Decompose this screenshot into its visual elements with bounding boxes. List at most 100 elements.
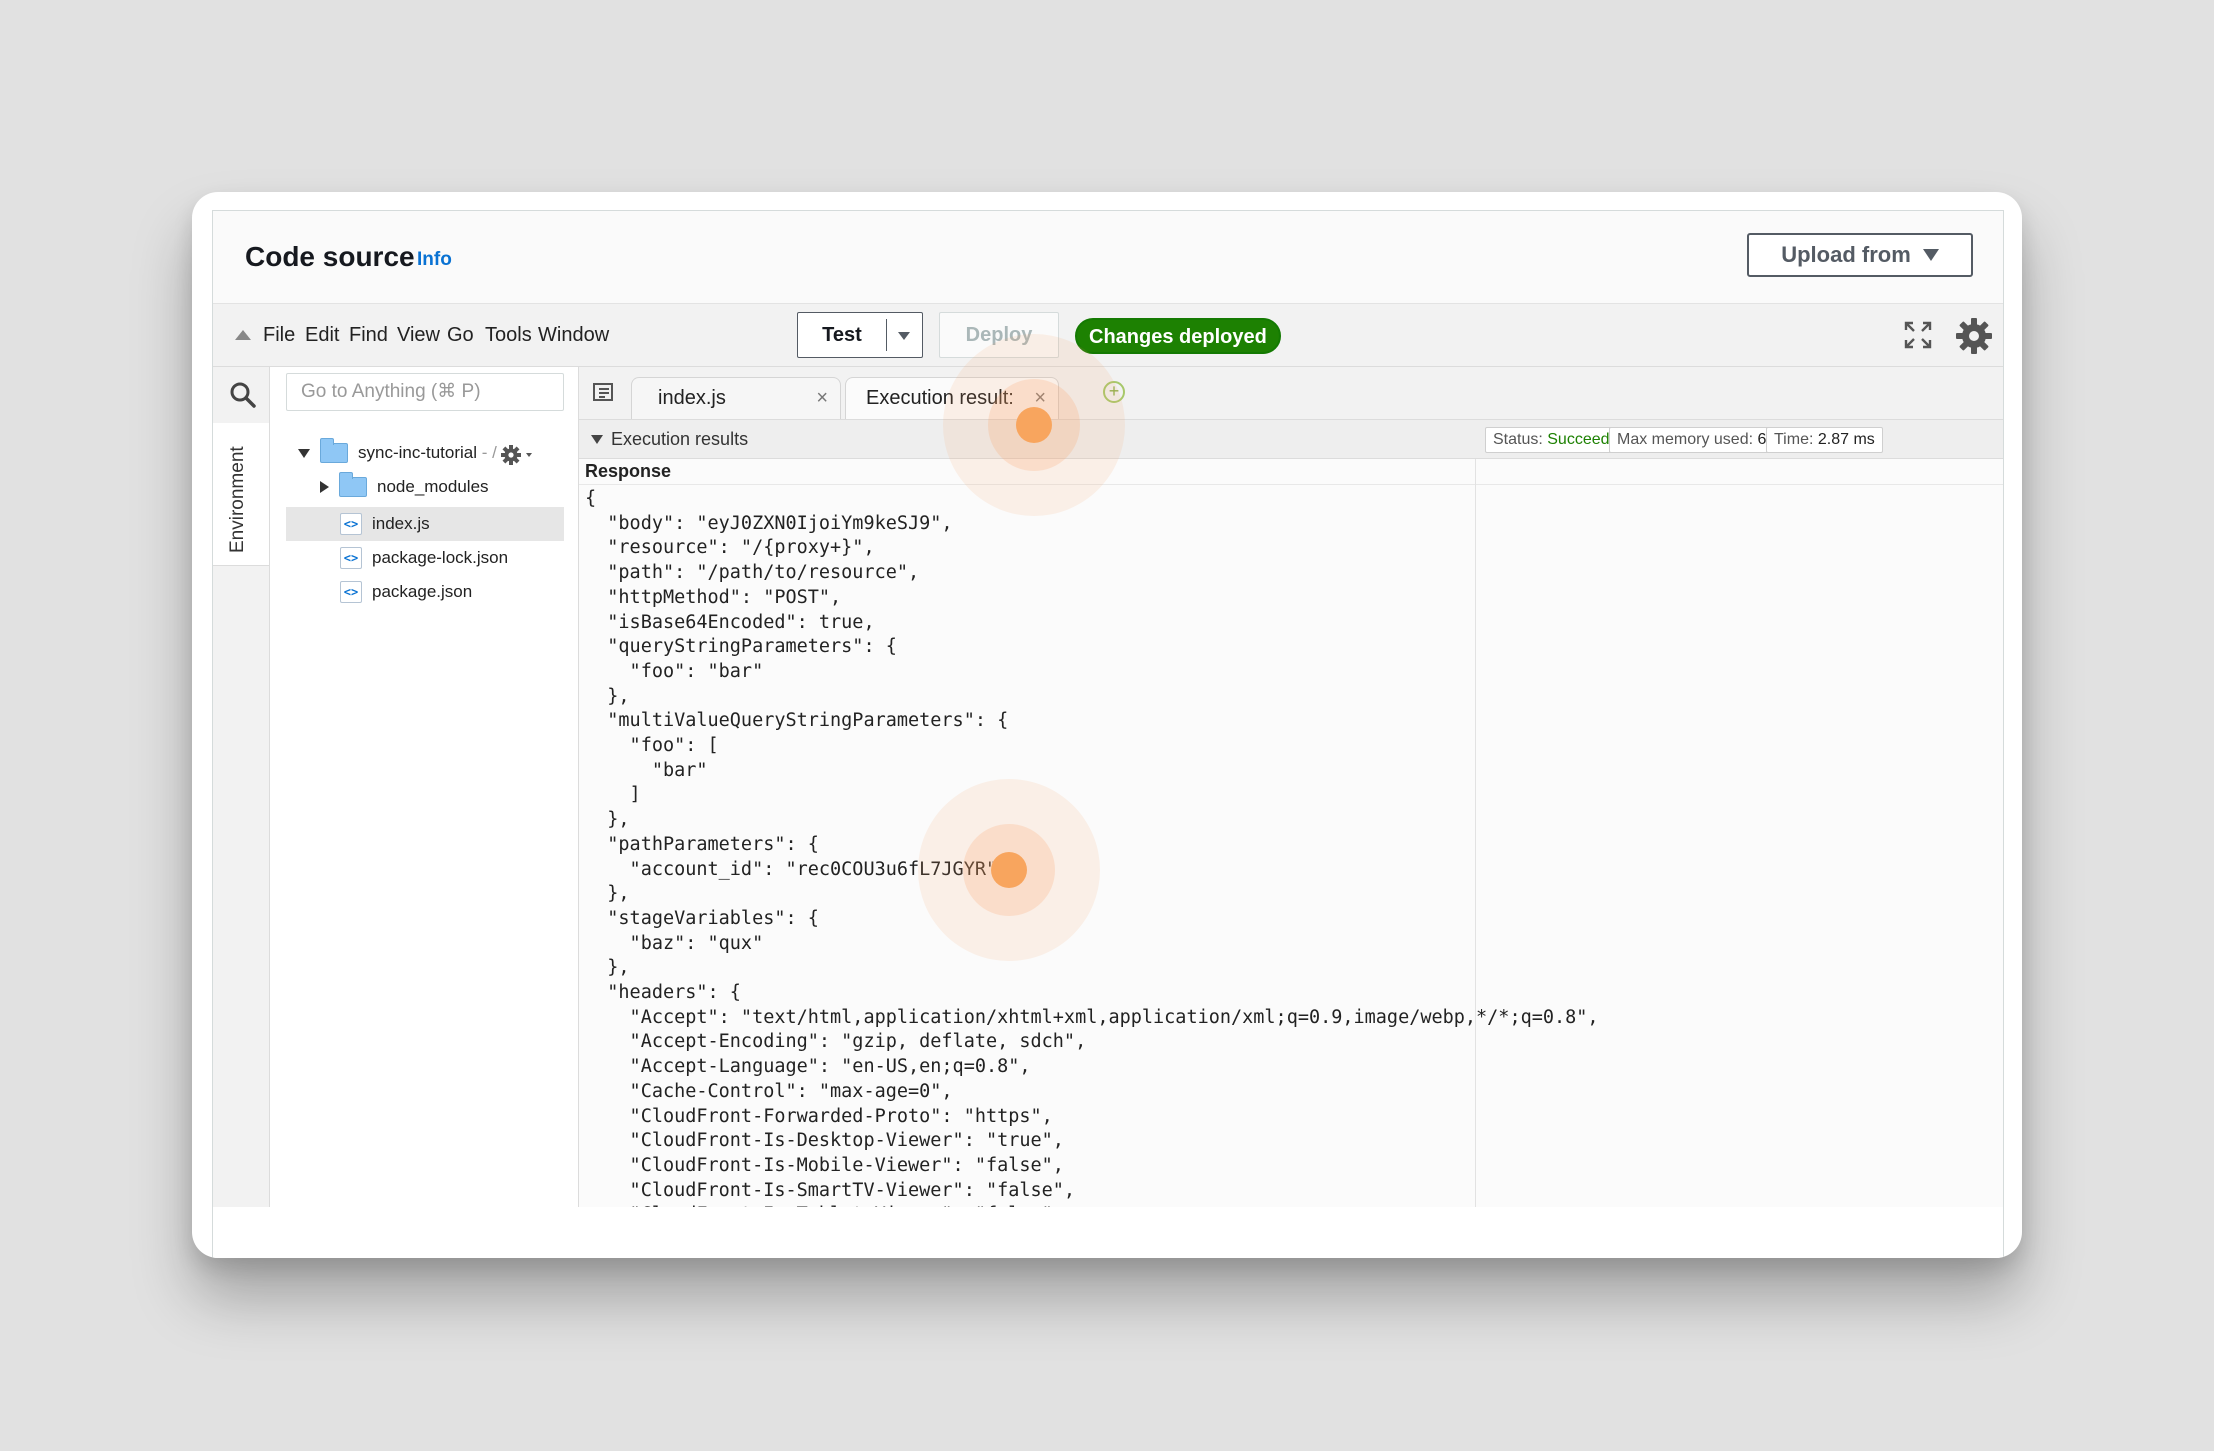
tabs-menu-icon[interactable] [593,383,613,401]
menu-window[interactable]: Window [538,324,609,347]
menu-find[interactable]: Find [349,324,388,347]
menu-edit[interactable]: Edit [305,324,339,347]
code-line: "multiValueQueryStringParameters": { [585,710,1009,732]
tree-root-suffix: - / [477,443,497,462]
code-line: "httpMethod": "POST", [585,586,842,608]
code-line: "foo": [ [585,735,719,757]
code-line: }, [585,809,630,831]
menu-tools[interactable]: Tools [485,324,532,347]
gear-icon[interactable] [500,444,536,466]
tree-item-label: index.js [372,514,430,533]
response-json: { "body": "eyJ0ZXN0IjoiYm9keSJ9", "resou… [585,487,1599,1207]
code-line: "bar" [585,759,708,781]
execution-results-title: Execution results [611,429,749,449]
code-line: "CloudFront-Forwarded-Proto": "https", [585,1105,1053,1127]
environment-tab[interactable]: Environment [213,423,269,566]
close-icon[interactable]: × [816,378,828,418]
code-source-panel: Code source Info Upload from File Edit F… [212,210,2004,1258]
code-line: "resource": "/{proxy+}", [585,537,875,559]
code-line: }, [585,685,630,707]
collapse-up-icon[interactable] [235,330,251,340]
code-line: "CloudFront-Is-Tablet-Viewer": "false", [585,1203,1599,1207]
status-badge: Changes deployed [1075,318,1281,354]
code-line: "baz": "qux" [585,932,764,954]
execution-results-toggle[interactable]: Execution results [591,429,748,450]
code-line: }, [585,883,630,905]
test-button[interactable]: Test [798,313,886,357]
tree-item-node-modules[interactable]: node_modules [320,471,489,503]
tree-root[interactable]: sync-inc-tutorial - / [298,437,497,469]
gear-icon[interactable] [1954,316,1994,356]
memory-label: Max memory used: [1617,431,1758,448]
go-to-anything-input[interactable]: Go to Anything (⌘ P) [286,373,564,411]
code-line: "body": "eyJ0ZXN0IjoiYm9keSJ9", [585,512,953,534]
code-line: "headers": { [585,982,741,1004]
code-file-icon: <> [340,547,362,569]
code-file-icon: <> [340,581,362,603]
tab-execution-results[interactable]: Execution result: × [845,377,1059,419]
upload-from-label: Upload from [1781,242,1911,267]
code-line: "isBase64Encoded": true, [585,611,875,633]
search-icon[interactable] [229,381,257,409]
tree-item-index-js[interactable]: <> index.js [340,508,430,540]
code-line: "CloudFront-Is-Desktop-Viewer": "true", [585,1130,1064,1152]
folder-icon [339,472,367,497]
code-line: ] [585,784,641,806]
file-tree: Go to Anything (⌘ P) sync-inc-tutorial -… [270,367,579,1207]
menu-go[interactable]: Go [447,324,474,347]
time-pill: Time: 2.87 ms [1766,427,1883,453]
environment-tab-label: Environment [227,446,248,553]
response-label: Response [585,461,672,481]
code-line: "path": "/path/to/resource", [585,562,920,584]
status-label: Status: [1493,431,1548,448]
code-file-icon: <> [340,513,362,535]
code-line: "queryStringParameters": { [585,636,897,658]
deploy-button[interactable]: Deploy [939,312,1059,358]
tab-index-js[interactable]: index.js × [631,377,841,419]
close-icon[interactable]: × [1034,378,1046,418]
caret-down-icon [1922,249,1939,261]
code-line: "account_id": "rec0COU3u6fL7JGYR" [585,858,998,880]
test-button-group: Test [797,312,923,358]
code-line: "CloudFront-Is-SmartTV-Viewer": "false", [585,1179,1076,1201]
response-viewer[interactable]: Response { "body": "eyJ0ZXN0IjoiYm9keSJ9… [579,459,2003,1207]
panel-header: Code source Info Upload from [213,211,2003,304]
screenshot-card: Code source Info Upload from File Edit F… [192,192,2022,1258]
code-line: "CloudFront-Is-Mobile-Viewer": "false", [585,1154,1064,1176]
button-divider [886,319,887,351]
time-value: 2.87 ms [1817,431,1875,448]
code-line: "pathParameters": { [585,833,819,855]
code-line: "foo": "bar" [585,660,764,682]
folder-icon [320,438,348,463]
tab-label: Execution result: [866,387,1014,409]
tab-label: index.js [658,387,726,409]
fullscreen-icon[interactable] [1903,320,1933,350]
execution-results-bar: Execution results Status: Succeeded Max … [579,420,2003,459]
code-line: { [585,488,597,509]
info-link[interactable]: Info [417,249,452,271]
code-line: "Cache-Control": "max-age=0", [585,1080,953,1102]
code-line: "Accept-Language": "en-US,en;q=0.8", [585,1056,1031,1078]
test-dropdown-icon[interactable] [898,332,910,340]
tree-item-package-json[interactable]: <> package.json [340,576,472,608]
tree-item-package-lock-json[interactable]: <> package-lock.json [340,542,508,574]
editor-tabbar: index.js × Execution result: × + [579,367,2003,420]
tree-item-label: package-lock.json [372,548,509,567]
expand-down-icon[interactable] [298,448,310,458]
add-tab-icon[interactable]: + [1103,381,1125,403]
tree-item-label: node_modules [377,477,489,496]
page-title: Code source [245,241,415,272]
menu-file[interactable]: File [263,324,295,347]
code-line: }, [585,957,630,979]
menu-view[interactable]: View [397,324,440,347]
divider [579,484,2003,485]
code-line: "stageVariables": { [585,907,819,929]
expand-right-icon[interactable] [320,481,329,493]
upload-from-button[interactable]: Upload from [1747,233,1973,277]
code-line: "Accept": "text/html,application/xhtml+x… [585,1006,1599,1028]
collapse-icon [591,435,603,444]
tree-root-label: sync-inc-tutorial [358,443,478,462]
time-label: Time: [1774,431,1818,448]
ide-menubar: File Edit Find View Go Tools Window Test… [213,304,2003,367]
tree-item-label: package.json [372,582,473,601]
